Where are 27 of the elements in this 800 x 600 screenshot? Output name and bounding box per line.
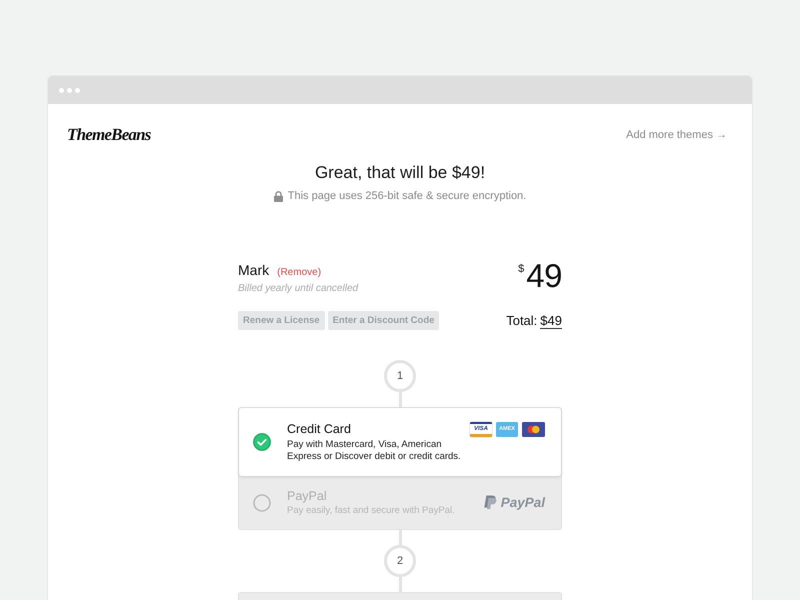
- payment-method-title: Credit Card: [287, 421, 352, 437]
- currency-symbol: $: [518, 263, 524, 275]
- price-amount: 49: [526, 259, 562, 292]
- radio-button[interactable]: [253, 494, 271, 512]
- overlapping-circles-card-icon: [522, 422, 545, 437]
- product-name: Mark: [238, 261, 270, 279]
- payment-method-description: Pay with Mastercard, Visa, American Express or Discover debit or credit cards.: [287, 439, 462, 463]
- page-title: Great, that will be $49!: [314, 162, 486, 184]
- brand-logo: ThemeBeans: [67, 124, 151, 146]
- billing-note: Billed yearly until cancelled: [238, 282, 358, 296]
- letter-p-icon: [484, 495, 497, 510]
- add-themes-link[interactable]: Add more themes →: [626, 129, 727, 141]
- window-dot-icon: [59, 88, 64, 92]
- total-label: Total:: [506, 312, 538, 328]
- secondary-button[interactable]: Enter a Discount Code: [328, 311, 440, 330]
- security-note: This page uses 256-bit safe & secure encryption.: [288, 189, 526, 204]
- window-dot-icon: [67, 88, 72, 92]
- lock-icon: [274, 190, 283, 202]
- total-amount: $49: [540, 314, 562, 328]
- payment-method-title: PayPal: [287, 488, 328, 504]
- paypal-wordmark: PayPal: [500, 495, 545, 510]
- window-dot-icon: [75, 88, 80, 92]
- secondary-button[interactable]: Renew a License: [238, 311, 325, 330]
- step-number: 2: [384, 545, 416, 577]
- step-number: 1: [384, 360, 416, 392]
- remove-link[interactable]: (Remove): [277, 264, 322, 282]
- check-circle-icon[interactable]: [253, 433, 271, 451]
